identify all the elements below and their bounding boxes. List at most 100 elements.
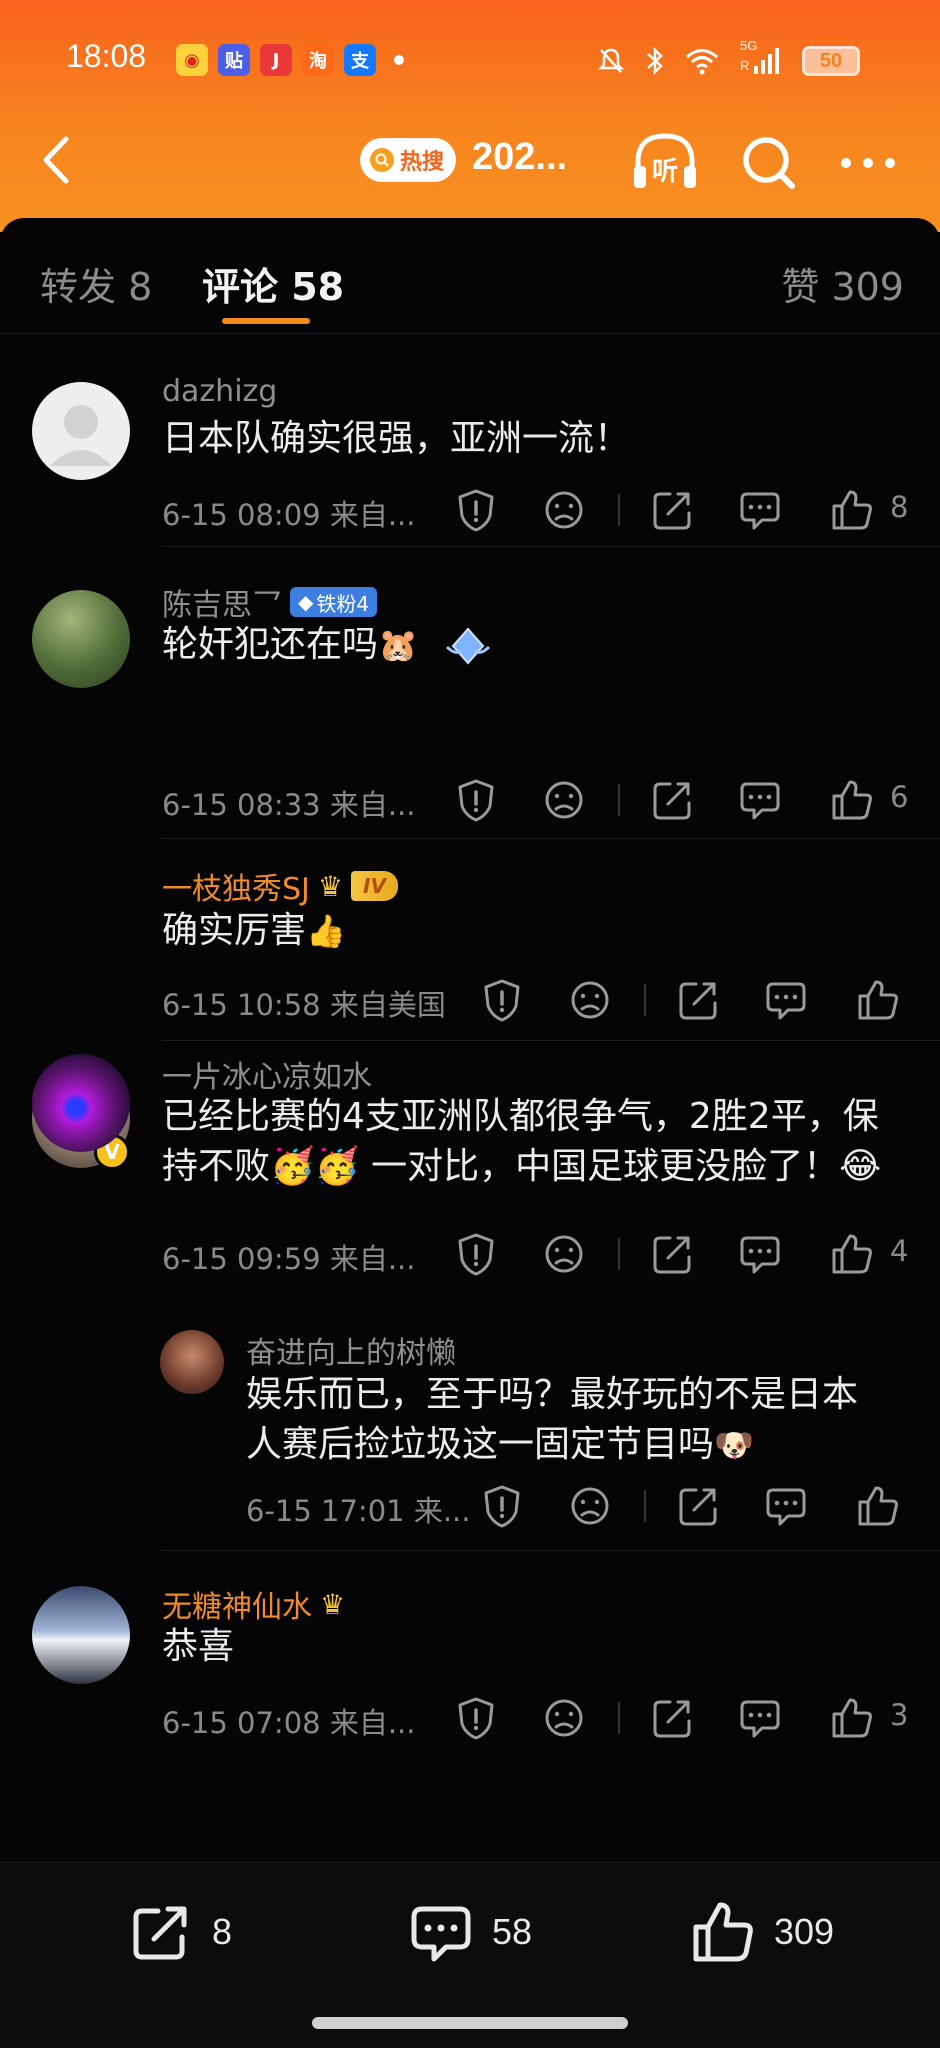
comment-actions: 4 (454, 1232, 914, 1276)
thumbs-up-icon (858, 1486, 898, 1526)
comment-text: 已经比赛的4支亚洲队都很争气，2胜2平，保持不败🥳🥳 一对比，中国足球更没脸了！… (162, 1096, 882, 1187)
comment-count: 58 (492, 1911, 533, 1952)
comment-author[interactable]: 无糖神仙水 ♛ (162, 1582, 345, 1626)
hot-search-badge[interactable]: 热搜 (360, 138, 457, 182)
battery-icon: 50 (802, 46, 860, 76)
report-button[interactable] (454, 1696, 498, 1740)
search-icon (370, 148, 394, 172)
repost-button[interactable]: 8 (128, 1899, 232, 1965)
share-icon (653, 492, 691, 530)
reply-meta: 6-15 17:01 来... (246, 1494, 471, 1528)
reply-author[interactable]: 奋进向上的树懒 (246, 1328, 456, 1372)
dislike-button[interactable] (542, 1232, 586, 1276)
avatar[interactable] (32, 590, 130, 688)
comment-item: dazhizg 日本队确实很强，亚洲一流！ 6-15 08:09 来自... 8 (0, 334, 940, 548)
reply-button[interactable] (764, 978, 808, 1022)
report-button[interactable] (480, 978, 524, 1022)
comment-button[interactable]: 58 (408, 1899, 532, 1965)
like-button[interactable] (830, 488, 874, 532)
capybara-emoji-icon: 🐹 (378, 626, 418, 664)
like-button[interactable] (830, 1232, 874, 1276)
action-separator (618, 1702, 620, 1734)
reply-button[interactable] (764, 1484, 808, 1528)
avatar[interactable] (32, 382, 130, 480)
comment-text: 日本队确实很强，亚洲一流！ (162, 418, 631, 459)
share-button[interactable] (676, 978, 720, 1022)
diamond-icon: ◆ (298, 590, 314, 614)
home-indicator[interactable] (312, 2017, 628, 2029)
avatar[interactable] (32, 1054, 130, 1152)
share-button[interactable] (650, 488, 694, 532)
search-button[interactable] (738, 130, 802, 194)
action-separator (644, 984, 646, 1016)
share-button[interactable] (650, 1232, 694, 1276)
alipay-app-icon: 支 (344, 44, 376, 76)
dislike-button[interactable] (568, 1484, 612, 1528)
mute-bell-icon (597, 48, 625, 73)
reply-bubble-icon (740, 1700, 780, 1738)
comment-item: 一枝独秀SJ ♛ IV 确实厉害👍 6-15 10:58 来自美国 (0, 808, 940, 1041)
jd-app-icon: J (260, 44, 292, 76)
page-title[interactable]: 202... (472, 136, 567, 179)
status-time: 18:08 (66, 38, 147, 74)
reply-button[interactable] (738, 1232, 782, 1276)
notification-icons: ◉ 贴 J 淘 支 (176, 44, 404, 76)
dislike-button[interactable] (542, 1696, 586, 1740)
share-button[interactable] (650, 1696, 694, 1740)
back-button[interactable] (28, 132, 84, 188)
like-button[interactable]: 309 (690, 1899, 834, 1965)
report-icon (458, 489, 494, 532)
report-icon (484, 979, 520, 1022)
search-icon (743, 137, 795, 189)
default-avatar-icon (50, 405, 112, 466)
tab-active-indicator (222, 318, 310, 324)
more-options-button[interactable] (832, 138, 904, 188)
reply-actions (480, 1484, 940, 1528)
comment-actions (480, 978, 940, 1022)
share-icon (679, 982, 717, 1020)
reply-button[interactable] (738, 1696, 782, 1740)
action-separator (618, 494, 620, 526)
thumbs-up-icon (832, 1698, 872, 1738)
reply-button[interactable] (738, 488, 782, 532)
dislike-face-icon (571, 981, 609, 1019)
comment-author[interactable]: 陈吉思乛 ◆ 铁粉4 (162, 580, 378, 624)
thumbs-up-icon (858, 980, 898, 1020)
dislike-face-icon (571, 1487, 609, 1525)
share-icon (653, 1700, 691, 1738)
comment-author[interactable]: dazhizg (162, 374, 277, 409)
comment-author[interactable]: 一枝独秀SJ ♛ IV (162, 864, 398, 908)
comment-author[interactable]: 一片冰心凉如水 (162, 1052, 372, 1096)
tab-bar: 转发 8 评论 58 赞 309 (0, 218, 940, 334)
reply-bubble-icon (766, 1488, 806, 1526)
author-name: 奋进向上的树懒 (246, 1336, 456, 1371)
report-button[interactable] (454, 488, 498, 532)
more-dots-icon (841, 158, 895, 168)
taobao-app-icon: 淘 (302, 44, 334, 76)
like-button[interactable] (856, 1484, 900, 1528)
dislike-face-icon (545, 1235, 583, 1273)
reply-avatar[interactable] (160, 1330, 224, 1394)
like-button[interactable] (830, 1696, 874, 1740)
author-name: 无糖神仙水 (162, 1590, 312, 1625)
report-button[interactable] (480, 1484, 524, 1528)
listen-button[interactable]: 听 (628, 128, 702, 194)
tab-like[interactable]: 赞 309 (781, 256, 904, 311)
thumbs-up-emoji-icon: 👍 (306, 912, 346, 950)
thumbs-up-icon (832, 490, 872, 530)
comment-actions: 8 (454, 488, 914, 532)
tab-repost[interactable]: 转发 8 (40, 256, 152, 311)
more-notifications-dot-icon (394, 55, 404, 65)
thumbs-up-icon (832, 1234, 872, 1274)
share-button[interactable] (676, 1484, 720, 1528)
reply-bubble-icon (740, 492, 780, 530)
report-button[interactable] (454, 1232, 498, 1276)
comment-item: 陈吉思乛 ◆ 铁粉4 轮奸犯还在吗🐹 6-15 08:33 来自... 6 (0, 548, 940, 839)
nav-bar: 热搜 202... 听 (0, 120, 940, 204)
comment-meta: 6-15 08:09 来自... (162, 498, 416, 532)
avatar[interactable] (32, 1586, 130, 1684)
dislike-button[interactable] (568, 978, 612, 1022)
comment-like-count: 3 (890, 1698, 909, 1732)
like-button[interactable] (856, 978, 900, 1022)
dislike-button[interactable] (542, 488, 586, 532)
